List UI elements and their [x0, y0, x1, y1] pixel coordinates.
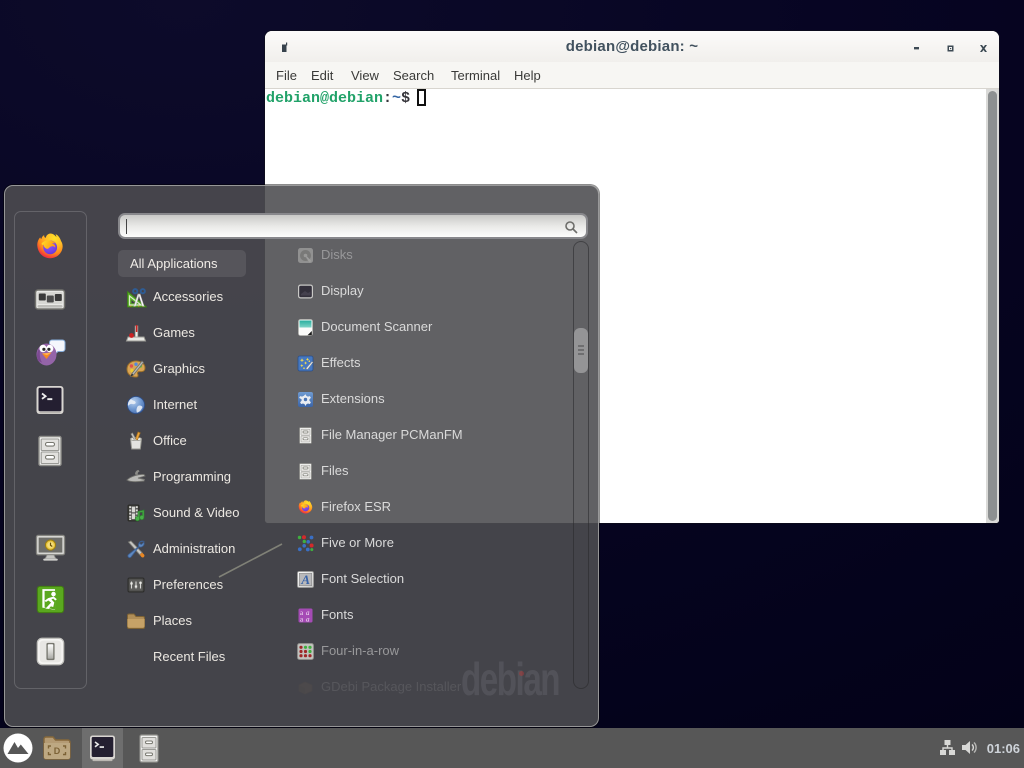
svg-text:D: D: [54, 746, 61, 756]
svg-text:A: A: [300, 572, 310, 587]
svg-text:a: a: [306, 615, 310, 623]
